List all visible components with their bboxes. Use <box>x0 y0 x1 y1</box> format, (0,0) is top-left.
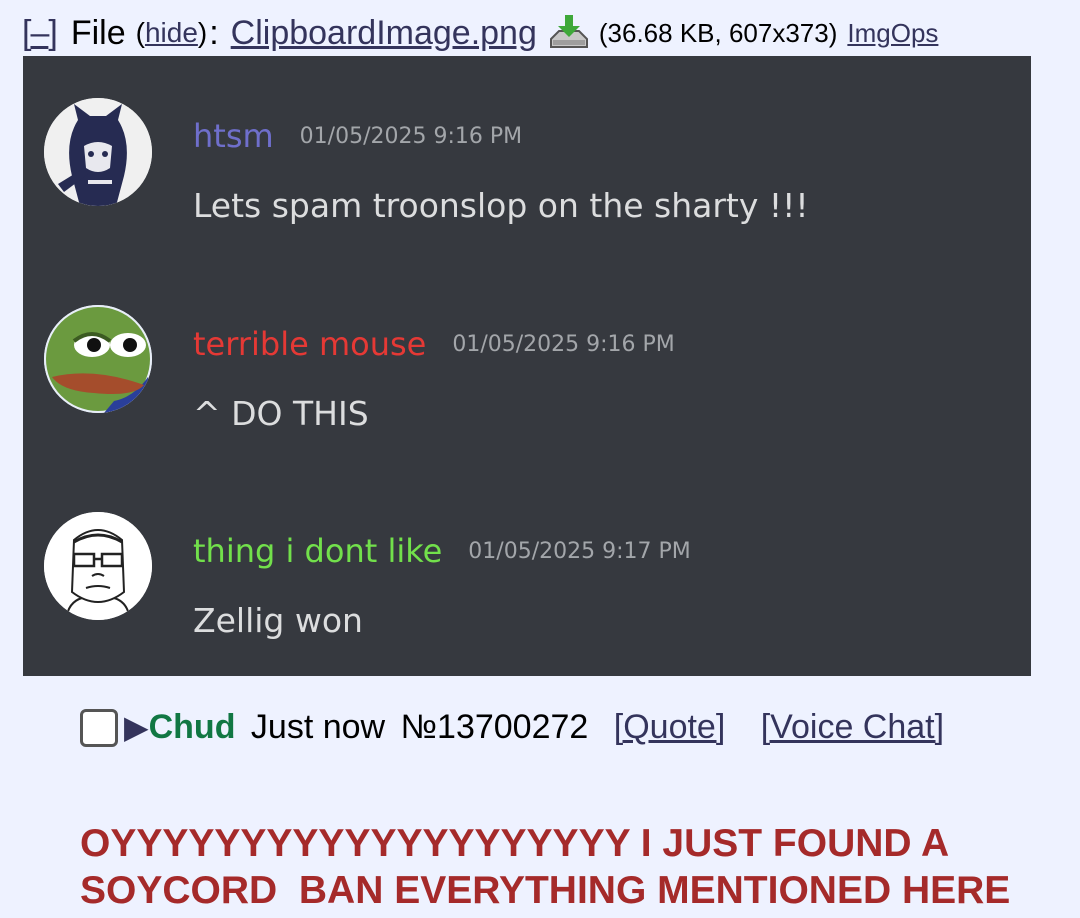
post-date: Just now <box>250 708 386 746</box>
post-message: OYYYYYYYYYYYYYYYYYYYY I JUST FOUND A SOY… <box>80 822 1011 912</box>
hide-paren-open: ( <box>135 17 145 48</box>
post-menu-arrow-icon[interactable]: ▶ <box>124 709 149 745</box>
discord-message: htsm 01/05/2025 9:16 PM Lets spam troonsl… <box>23 76 1031 226</box>
post-select-checkbox[interactable] <box>80 709 118 747</box>
message-text: ^ DO THIS <box>193 394 369 433</box>
file-info-bar: [–] File (hide) : ClipboardImage.png (36… <box>22 10 938 56</box>
discord-message: thing i dont like 01/05/2025 9:17 PM Zell… <box>23 491 1031 641</box>
filename-link[interactable]: ClipboardImage.png <box>231 14 537 53</box>
quote-link[interactable]: [Quote] <box>614 708 726 746</box>
timestamp: 01/05/2025 9:17 PM <box>468 539 691 564</box>
message-username-row: terrible mouse 01/05/2025 9:16 PM <box>193 324 675 365</box>
file-colon: : <box>209 13 219 52</box>
dark-character-avatar-icon <box>44 98 152 206</box>
timestamp: 01/05/2025 9:16 PM <box>299 124 523 149</box>
imgops-link[interactable]: ImgOps <box>847 18 938 49</box>
message-username-row: htsm 01/05/2025 9:16 PM <box>193 116 522 157</box>
post-number[interactable]: №13700272 <box>401 708 589 746</box>
toggle-bracket-close: ] <box>48 13 58 52</box>
collapse-toggle[interactable]: [–] <box>22 13 58 53</box>
hide-link[interactable]: hide <box>145 17 198 48</box>
post-header: ▶Chud Just now №13700272 [Quote] [Voice … <box>80 704 950 750</box>
username: terrible mouse <box>193 325 427 363</box>
file-meta: (36.68 KB, 607x373) <box>598 17 838 48</box>
hide-paren-close: ) <box>197 17 208 48</box>
timestamp: 01/05/2025 9:16 PM <box>452 332 675 357</box>
hide-wrapper: (hide) <box>136 17 208 49</box>
poster-name: Chud <box>148 708 236 746</box>
username: thing i dont like <box>193 532 443 570</box>
download-icon[interactable] <box>547 13 591 53</box>
attached-image[interactable]: htsm 01/05/2025 9:16 PM Lets spam troonsl… <box>23 56 1031 676</box>
message-text: Lets spam troonslop on the sharty !!! <box>193 186 809 225</box>
message-username-row: thing i dont like 01/05/2025 9:17 PM <box>193 531 691 572</box>
discord-message: terrible mouse 01/05/2025 9:16 PM ^ DO TH… <box>23 284 1031 434</box>
voice-chat-link[interactable]: [Voice Chat] <box>761 708 944 746</box>
file-label: File <box>70 13 126 52</box>
username: htsm <box>193 117 274 155</box>
frog-avatar-icon <box>44 305 152 413</box>
toggle-label[interactable]: – <box>30 14 49 52</box>
message-text: Zellig won <box>193 601 363 640</box>
glasses-man-avatar-icon <box>44 512 152 620</box>
